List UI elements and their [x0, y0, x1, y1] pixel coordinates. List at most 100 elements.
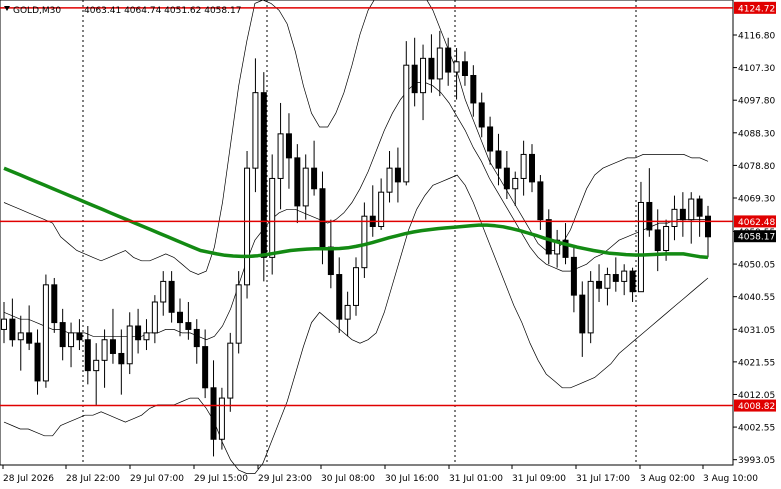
candle-body-up: [160, 280, 167, 303]
candle-body-up: [302, 167, 309, 207]
x-tick-label: 31 Jul 09:00: [512, 474, 566, 484]
candle-body-up: [126, 325, 133, 365]
candle: [260, 72, 267, 282]
candle-body-down: [705, 215, 711, 238]
y-tick-label: 4088.30: [738, 129, 775, 139]
x-tick-label: 29 Jul 07:00: [130, 474, 184, 484]
candle-body-down: [76, 332, 83, 341]
candle-body-down: [34, 342, 41, 382]
candle-body-down: [168, 280, 175, 313]
candle-body-up: [403, 64, 410, 183]
price-chart[interactable]: 4124.72 4062.48 4008.82 4116.80 4107.30 4097…: [0, 0, 781, 489]
candle-body-up: [671, 208, 678, 227]
level-price-label: 4062.48: [738, 218, 775, 228]
x-tick-label: 28 Jul 2026: [3, 474, 54, 484]
candle-body-up: [17, 332, 24, 341]
candle-body-up: [604, 274, 611, 289]
candle-body-down: [495, 150, 502, 169]
y-tick-label: 4021.55: [738, 358, 775, 368]
candle-body-down: [537, 181, 544, 221]
symbol-info: GOLD,M30 4063.41 4064.74 4051.62 4058.17: [4, 6, 241, 16]
candle-body-up: [218, 397, 225, 440]
x-tick-label: 29 Jul 23:00: [258, 474, 312, 484]
candle-body-down: [478, 102, 485, 128]
candle-body-down: [177, 311, 183, 324]
x-tick-label: 30 Jul 16:00: [385, 474, 439, 484]
candle-body-up: [587, 280, 594, 334]
candle-body-down: [336, 274, 343, 320]
candle-body-up: [436, 47, 443, 80]
candle-body-up: [252, 92, 259, 169]
time-axis[interactable]: 28 Jul 2026 28 Jul 22:00 29 Jul 07:00 29 Ju…: [2, 465, 758, 484]
candle-body-up: [1, 318, 7, 330]
candle-body-down: [411, 64, 418, 94]
level-price-label: 4124.72: [738, 4, 775, 14]
candle-body-down: [285, 133, 292, 159]
candle-body-up: [235, 284, 242, 344]
candle-body-up: [637, 201, 644, 293]
candle-body-down: [311, 167, 318, 190]
candle-body-up: [227, 342, 234, 399]
candle-body-down: [428, 57, 435, 80]
x-tick-label: 30 Jul 08:00: [321, 474, 375, 484]
ohlc-values: 4063.41 4064.74 4051.62 4058.17: [84, 6, 241, 16]
candle-body-down: [612, 274, 619, 282]
candle-body-up: [353, 267, 359, 306]
candle-body-up: [453, 61, 460, 73]
candle-body-up: [344, 304, 351, 320]
candle-body-down: [210, 387, 217, 440]
y-tick-label: 4078.80: [738, 162, 775, 172]
candle-body-up: [244, 167, 251, 286]
candle: [244, 150, 251, 299]
candle-body-down: [445, 47, 452, 73]
y-tick-label: 4031.05: [738, 326, 775, 336]
candle-body-up: [512, 177, 519, 190]
candle-body-down: [646, 201, 653, 231]
candle-body-down: [394, 167, 401, 183]
candle: [587, 271, 594, 344]
candle-body-up: [688, 198, 695, 221]
price-axis[interactable]: 4116.80 4107.30 4097.80 4088.30 4078.80 4069.…: [733, 32, 776, 467]
y-tick-label: 4050.05: [738, 261, 775, 271]
candle-body-down: [470, 74, 477, 104]
candle-body-down: [545, 219, 552, 255]
x-tick-label: 31 Jul 17:00: [576, 474, 630, 484]
current-price-label: 4058.17: [738, 233, 775, 243]
candle-body-down: [51, 284, 58, 324]
x-tick-label: 31 Jul 01:00: [449, 474, 503, 484]
candle-body-down: [696, 198, 703, 217]
candle-body-down: [193, 328, 200, 348]
candle-body-down: [135, 325, 142, 341]
candle-body-down: [503, 167, 510, 190]
candle-body-down: [529, 153, 535, 183]
y-tick-label: 4069.30: [738, 195, 775, 205]
candle-body-down: [654, 229, 661, 252]
candle-body-down: [185, 322, 192, 330]
candle-body-down: [487, 126, 494, 152]
candle-body-up: [68, 332, 75, 348]
candle-body-up: [420, 57, 427, 94]
x-tick-label: 29 Jul 15:00: [194, 474, 248, 484]
candle-body-down: [319, 188, 326, 248]
candle-body-down: [59, 322, 66, 348]
candle-body-down: [679, 208, 686, 221]
x-tick-label: 28 Jul 22:00: [66, 474, 120, 484]
candle-body-up: [663, 225, 670, 252]
y-tick-label: 4012.05: [738, 391, 775, 401]
candle-body-up: [151, 301, 158, 334]
x-tick-label: 3 Aug 02:00: [640, 474, 695, 484]
candle-body-down: [84, 339, 91, 372]
candle-body-down: [570, 256, 577, 296]
y-tick-label: 4040.55: [738, 293, 775, 303]
y-tick-label: 4116.80: [738, 32, 775, 42]
candle-body-down: [327, 246, 334, 276]
candle-body-up: [42, 284, 49, 382]
candle-body-up: [277, 133, 284, 179]
candle-body-up: [621, 270, 628, 282]
candle-body-down: [118, 352, 125, 365]
candle-body-down: [260, 92, 267, 258]
candle-body-down: [26, 332, 33, 344]
candle-body-down: [629, 270, 636, 293]
y-tick-label: 4002.55: [738, 424, 775, 434]
candle-body-down: [202, 346, 209, 389]
